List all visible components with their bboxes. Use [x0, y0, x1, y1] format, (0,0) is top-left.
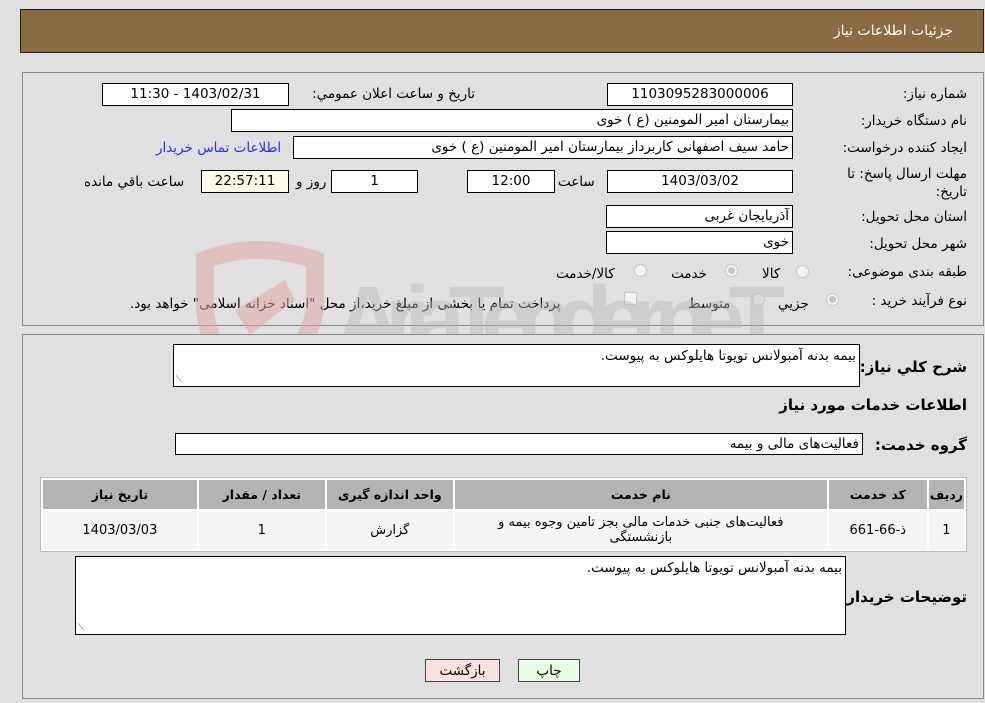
announce-datetime-field: 1403/02/31 - 11:30: [102, 83, 289, 106]
province-label: استان محل تحویل:: [861, 209, 967, 225]
cell-quantity: 1: [198, 511, 325, 549]
resize-grip-icon[interactable]: ⟋: [176, 375, 182, 385]
service-group-label: گروه خدمت:: [874, 436, 967, 454]
city-label: شهر محل تحویل:: [869, 236, 967, 252]
days-label: روز و: [296, 174, 327, 190]
process-radio-medium[interactable]: [752, 293, 765, 306]
services-section-title: اطلاعات خدمات مورد نياز: [779, 396, 967, 414]
table-header-row: ردیف کد خدمت نام خدمت واحد اندازه گیری ت…: [43, 480, 964, 509]
creator-field: حامد سیف اصفهانی کاربرداز بیمارستان امیر…: [293, 136, 793, 159]
category-label: طبقه بندی موضوعی:: [847, 264, 967, 280]
remaining-label: ساعت باقي مانده: [84, 174, 185, 190]
need-number-label: شماره نیاز:: [902, 86, 967, 102]
resize-grip-icon[interactable]: ⟋: [78, 623, 84, 633]
col-quantity: تعداد / مقدار: [198, 480, 325, 509]
buyer-notes-label: توضیحات خریدار:: [840, 588, 967, 606]
deadline-time-field: 12:00: [467, 170, 555, 193]
description-label: شرح کلي نياز:: [859, 358, 967, 376]
table-row: 1 ذ-66-661 فعالیت‌های جنبی خدمات مالی بج…: [43, 511, 964, 549]
description-text: بیمه بدنه آمبولانس تویوتا هایلوکس به پیو…: [600, 348, 856, 364]
service-group-field: فعالیت‌های مالی و بیمه: [175, 433, 863, 455]
deadline-time-label: ساعت: [558, 174, 595, 190]
treasury-checkbox[interactable]: [624, 292, 637, 305]
col-service-code: کد خدمت: [828, 480, 927, 509]
category-option-goods-service: کالا/خدمت: [556, 266, 615, 282]
col-service-name: نام خدمت: [454, 480, 827, 509]
announce-datetime-label: تاریخ و ساعت اعلان عمومي:: [312, 86, 475, 102]
category-radio-goods-service[interactable]: [634, 264, 647, 277]
remaining-days-field: 1: [331, 170, 418, 193]
buyer-notes-textarea[interactable]: بیمه بدنه آمبولانس تویوتا هایلوکس به پیو…: [75, 556, 846, 635]
cell-need-date: 1403/03/03: [43, 511, 197, 549]
province-field: آذربایجان غربی: [606, 205, 793, 228]
description-textarea[interactable]: بیمه بدنه آمبولانس تویوتا هایلوکس به پیو…: [173, 344, 860, 387]
category-radio-service[interactable]: [725, 264, 738, 277]
col-need-date: تاریخ نیاز: [43, 480, 197, 509]
buyer-contact-link[interactable]: اطلاعات تماس خریدار: [156, 140, 281, 156]
category-option-goods: کالا: [762, 266, 781, 282]
col-unit: واحد اندازه گیری: [326, 480, 453, 509]
back-button[interactable]: بازگشت: [425, 659, 500, 682]
deadline-date-field: 1403/03/02: [607, 170, 793, 193]
col-row-number: ردیف: [928, 480, 964, 509]
treasury-note: پرداخت تمام یا بخشی از مبلغ خرید،از محل …: [130, 296, 561, 312]
page-title: جزئيات اطلاعات نیاز: [833, 23, 953, 39]
services-table: ردیف کد خدمت نام خدمت واحد اندازه گیری ت…: [40, 477, 967, 552]
cell-row-number: 1: [928, 511, 964, 549]
category-option-service: خدمت: [671, 266, 707, 282]
cell-unit: گزارش: [326, 511, 453, 549]
deadline-label: مهلت ارسال پاسخ: تا تاریخ:: [847, 166, 967, 200]
process-option-medium: متوسط: [688, 296, 731, 312]
need-number-field: 1103095283000006: [607, 83, 793, 106]
buyer-notes-text: بیمه بدنه آمبولانس تویوتا هایلوکس به پیو…: [586, 560, 842, 576]
cell-service-code: ذ-66-661: [828, 511, 927, 549]
category-radio-goods[interactable]: [796, 265, 809, 278]
buyer-org-field: بیمارستان امیر المومنین (ع ) خوی: [231, 109, 793, 132]
buyer-org-label: نام دستگاه خریدار:: [860, 113, 967, 129]
page-header: جزئيات اطلاعات نیاز: [20, 9, 984, 53]
city-field: خوی: [606, 231, 793, 254]
process-radio-minor[interactable]: [826, 293, 839, 306]
print-button[interactable]: چاپ: [518, 659, 580, 682]
creator-label: ایجاد کننده درخواست:: [842, 140, 967, 156]
process-option-minor: جزيي: [778, 296, 809, 312]
remaining-time-field: 22:57:11: [201, 170, 289, 193]
cell-service-name: فعالیت‌های جنبی خدمات مالی بجز تامین وجو…: [454, 511, 827, 549]
process-type-label: نوع فرآیند خرید :: [871, 293, 967, 309]
